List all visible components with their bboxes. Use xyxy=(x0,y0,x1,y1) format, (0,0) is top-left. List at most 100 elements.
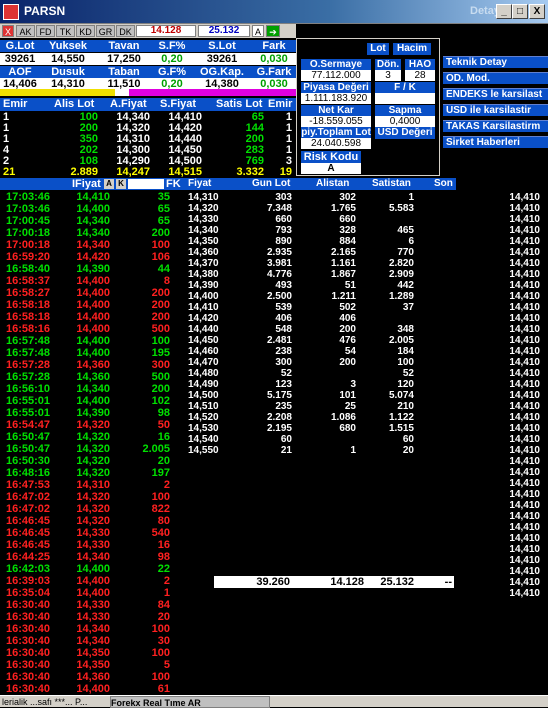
trade-row[interactable]: 16:46:45 14,330 540 xyxy=(0,527,186,539)
trade-row[interactable]: 16:30:40 14,330 84 xyxy=(0,599,186,611)
tab-fd[interactable]: FD xyxy=(36,25,55,37)
menu-endeks-karsilastir[interactable]: ENDEKS le karsilast xyxy=(443,88,548,100)
trade-row[interactable]: 16:30:40 14,360 100 xyxy=(0,671,186,683)
hacim-button[interactable]: Hacim xyxy=(393,43,431,55)
trade-row[interactable]: 16:56:10 14,340 200 xyxy=(0,383,186,395)
depth-row[interactable]: 14,440 548 200 348 xyxy=(186,324,456,335)
title-bar[interactable]: PARSN Detay _ □ X xyxy=(0,0,548,24)
trade-row[interactable]: 16:57:48 14,400 195 xyxy=(0,347,186,359)
depth-row[interactable]: 14,380 4.776 1.867 2.909 xyxy=(186,269,456,280)
trade-row[interactable]: 17:00:45 14,340 65 xyxy=(0,215,186,227)
trade-row[interactable]: 16:35:04 14,400 1 xyxy=(0,587,186,599)
trade-row[interactable]: 16:30:40 14,350 5 xyxy=(0,659,186,671)
trade-row[interactable]: 16:47:53 14,310 2 xyxy=(0,479,186,491)
trade-row[interactable]: 16:39:03 14,400 2 xyxy=(0,575,186,587)
trade-row[interactable]: 16:58:27 14,400 200 xyxy=(0,287,186,299)
depth-row[interactable]: 14,500 5.175 101 5.074 xyxy=(186,390,456,401)
trade-row[interactable]: 16:30:40 14,340 100 xyxy=(0,623,186,635)
order-book-row[interactable]: 21 2.889 14,247 14,515 3.332 19 xyxy=(0,167,296,178)
trade-row[interactable]: 16:55:01 14,390 98 xyxy=(0,407,186,419)
depth-row[interactable]: 14,510 235 25 210 xyxy=(186,401,456,412)
trade-cell: 16:50:30 xyxy=(6,455,51,467)
son-row: 14,410 xyxy=(456,368,542,379)
menu-teknik-detay[interactable]: Teknik Detay xyxy=(443,56,548,68)
depth-row[interactable]: 14,350 890 884 6 xyxy=(186,236,456,247)
menu-od-mod[interactable]: OD. Mod. xyxy=(443,72,548,84)
trade-row[interactable]: 16:58:18 14,400 200 xyxy=(0,299,186,311)
depth-row[interactable]: 14,490 123 3 120 xyxy=(186,379,456,390)
trade-row[interactable]: 16:46:45 14,330 16 xyxy=(0,539,186,551)
trade-row[interactable]: 16:30:40 14,400 61 xyxy=(0,683,186,695)
tab-kd[interactable]: KD xyxy=(76,25,95,37)
trade-row[interactable]: 17:00:18 14,340 200 xyxy=(0,227,186,239)
minimize-button[interactable]: _ xyxy=(496,4,512,19)
trade-row[interactable]: 16:50:47 14,320 2.005 xyxy=(0,443,186,455)
taskbar-item-active[interactable]: Forekx Real Tıme AR xyxy=(110,696,270,708)
depth-row[interactable]: 14,550 21 1 20 xyxy=(186,445,456,456)
trade-row[interactable]: 17:03:46 14,400 65 xyxy=(0,203,186,215)
arrow-icon[interactable]: ➔ xyxy=(266,25,280,37)
tab-tk[interactable]: TK xyxy=(56,25,75,37)
trade-row[interactable]: 16:47:02 14,320 822 xyxy=(0,503,186,515)
trade-row[interactable]: 16:30:40 14,350 100 xyxy=(0,647,186,659)
depth-row[interactable]: 14,310 303 302 1 xyxy=(186,192,456,203)
menu-sirket-haberleri[interactable]: Sirket Haberleri xyxy=(443,136,548,148)
trade-row[interactable]: 16:57:28 14,360 300 xyxy=(0,359,186,371)
tab-gr[interactable]: GR xyxy=(96,25,115,37)
trade-row[interactable]: 16:58:37 14,400 8 xyxy=(0,275,186,287)
trade-row[interactable]: 16:42:03 14,400 22 xyxy=(0,563,186,575)
depth-row[interactable]: 14,370 3.981 1.161 2.820 xyxy=(186,258,456,269)
depth-row[interactable]: 14,460 238 54 184 xyxy=(186,346,456,357)
close-button[interactable]: X xyxy=(529,4,545,19)
depth-row[interactable]: 14,540 60 60 xyxy=(186,434,456,445)
depth-row[interactable]: 14,320 7.348 1.765 5.583 xyxy=(186,203,456,214)
trade-row[interactable]: 16:58:16 14,400 500 xyxy=(0,323,186,335)
depth-row[interactable]: 14,470 300 200 100 xyxy=(186,357,456,368)
taskbar-item[interactable]: lerialik ...safı ***... P... xyxy=(2,696,106,708)
depth-row[interactable]: 14,520 2.208 1.086 1.122 xyxy=(186,412,456,423)
depth-row[interactable]: 14,420 406 406 xyxy=(186,313,456,324)
depth-row[interactable]: 14,530 2.195 680 1.515 xyxy=(186,423,456,434)
trade-row[interactable]: 16:46:45 14,320 80 xyxy=(0,515,186,527)
trade-row[interactable]: 17:00:18 14,340 100 xyxy=(0,239,186,251)
trade-row[interactable]: 16:44:25 14,340 98 xyxy=(0,551,186,563)
trade-row[interactable]: 16:30:40 14,330 20 xyxy=(0,611,186,623)
a-button[interactable]: A xyxy=(252,25,264,37)
trade-row[interactable]: 16:57:28 14,360 500 xyxy=(0,371,186,383)
trade-row[interactable]: 16:58:40 14,390 44 xyxy=(0,263,186,275)
depth-row[interactable]: 14,390 493 51 442 xyxy=(186,280,456,291)
trade-row[interactable]: 17:03:46 14,410 35 xyxy=(0,191,186,203)
usd-degeri-button[interactable]: USD Değeri xyxy=(375,127,435,139)
trade-row[interactable]: 16:50:47 14,320 16 xyxy=(0,431,186,443)
trade-row[interactable]: 16:58:18 14,400 200 xyxy=(0,311,186,323)
son-row: 14,410 xyxy=(456,324,542,335)
menu-usd-karsilastir[interactable]: USD ile karsilastir xyxy=(443,104,548,116)
tab-ak[interactable]: AK xyxy=(16,25,35,37)
depth-row[interactable]: 14,360 2.935 2.165 770 xyxy=(186,247,456,258)
trade-row[interactable]: 16:59:20 14,420 106 xyxy=(0,251,186,263)
filter-input[interactable] xyxy=(128,179,164,189)
maximize-button[interactable]: □ xyxy=(512,4,528,19)
depth-row[interactable]: 14,480 52 52 xyxy=(186,368,456,379)
trade-row[interactable]: 16:30:40 14,340 30 xyxy=(0,635,186,647)
piy-toplam-lot-value: 24.040.598 xyxy=(301,138,371,149)
sort-k-button[interactable]: K xyxy=(116,179,126,189)
sort-a-button[interactable]: A xyxy=(104,179,114,189)
trade-cell: 14,340 xyxy=(76,551,110,563)
tab-dk[interactable]: DK xyxy=(116,25,135,37)
trade-row[interactable]: 16:54:47 14,320 50 xyxy=(0,419,186,431)
depth-row[interactable]: 14,450 2.481 476 2.005 xyxy=(186,335,456,346)
trade-row[interactable]: 16:57:48 14,400 100 xyxy=(0,335,186,347)
depth-row[interactable]: 14,400 2.500 1.211 1.289 xyxy=(186,291,456,302)
lot-button[interactable]: Lot xyxy=(367,43,389,55)
trade-row[interactable]: 16:48:16 14,320 197 xyxy=(0,467,186,479)
menu-takas-karsilastir[interactable]: TAKAS Karsilastirm xyxy=(443,120,548,132)
depth-row[interactable]: 14,330 660 660 xyxy=(186,214,456,225)
trade-row[interactable]: 16:47:02 14,320 100 xyxy=(0,491,186,503)
trade-row[interactable]: 16:50:30 14,320 20 xyxy=(0,455,186,467)
depth-row[interactable]: 14,410 539 502 37 xyxy=(186,302,456,313)
son-value: 14,410 xyxy=(509,412,540,423)
close-panel-button[interactable]: X xyxy=(2,25,14,37)
trade-row[interactable]: 16:55:01 14,400 102 xyxy=(0,395,186,407)
depth-row[interactable]: 14,340 793 328 465 xyxy=(186,225,456,236)
